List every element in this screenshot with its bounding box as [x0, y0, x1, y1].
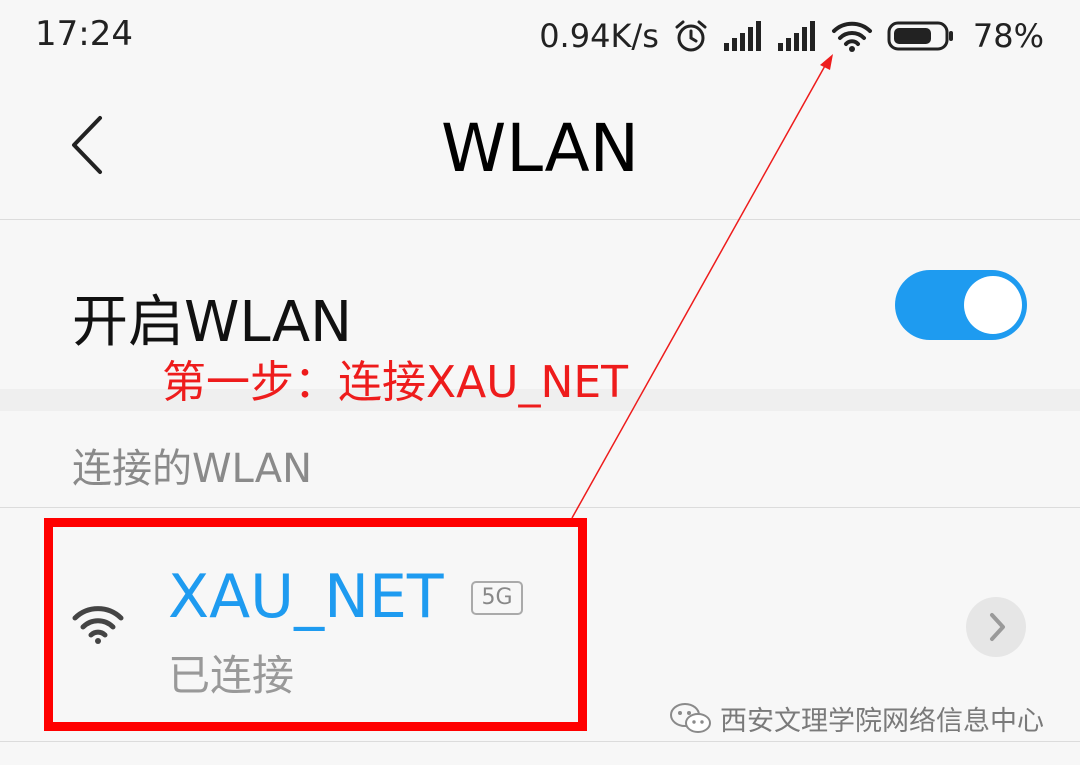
battery-icon [887, 21, 955, 51]
watermark: 西安文理学院网络信息中心 [668, 700, 1044, 737]
battery-percent: 78% [972, 17, 1044, 55]
toggle-knob [964, 276, 1022, 334]
network-detail-button[interactable] [966, 597, 1026, 657]
header-divider [0, 219, 1080, 220]
status-indicators: 0.94K/s 78% [539, 14, 1044, 58]
header: WLAN [0, 72, 1080, 220]
page-title: WLAN [440, 110, 640, 187]
wifi-icon [831, 20, 873, 52]
status-time: 17:24 [35, 14, 133, 54]
highlight-box [44, 518, 587, 731]
network-speed: 0.94K/s [539, 17, 659, 55]
status-bar: 17:24 0.94K/s 78% [0, 0, 1080, 72]
alarm-icon [673, 18, 709, 54]
section-header-connected: 连接的WLAN [72, 446, 313, 492]
watermark-text: 西安文理学院网络信息中心 [720, 705, 1044, 737]
cell-signal-icon [723, 21, 763, 51]
annotation-step-text: 第一步：连接XAU_NET [162, 357, 629, 408]
row-divider [0, 741, 1080, 742]
cell-signal-icon [777, 21, 817, 51]
wlan-toggle-switch[interactable] [895, 270, 1027, 340]
chevron-right-icon [990, 613, 1005, 641]
wechat-icon [670, 703, 711, 733]
